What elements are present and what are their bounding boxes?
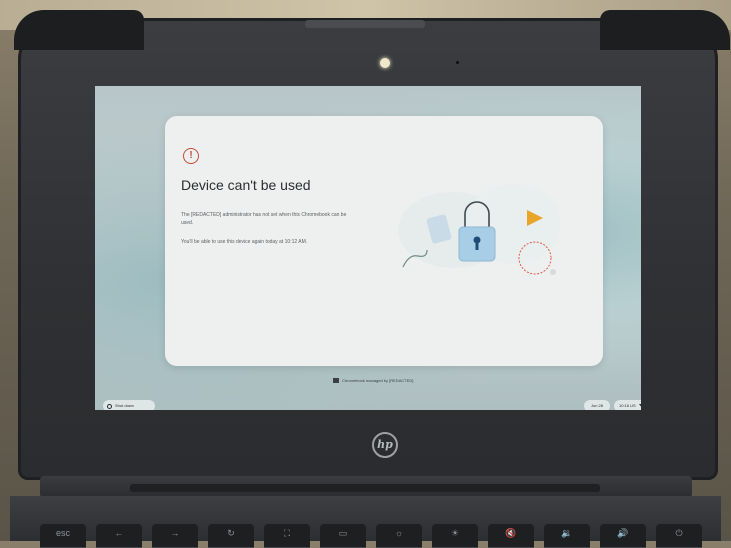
hinge-groove xyxy=(130,484,600,492)
camera-indicator xyxy=(456,61,459,64)
keyboard-key[interactable]: ↻ xyxy=(208,524,254,548)
status-tray-button[interactable]: 10:16 US xyxy=(614,400,641,410)
keyboard-key[interactable]: 🔇 xyxy=(488,524,534,548)
keyboard-key[interactable]: esc xyxy=(40,524,86,548)
briefcase-icon xyxy=(333,378,339,383)
shut-down-label: Shut down xyxy=(115,403,134,408)
chromebook-screen: ! Device can't be used The [REDACTED] ad… xyxy=(95,86,641,410)
keyhole-slot xyxy=(475,241,479,250)
date-tray-button[interactable]: Jun 28 xyxy=(584,400,610,410)
hp-logo: hp xyxy=(372,432,398,458)
keyboard-key[interactable]: 🔉 xyxy=(544,524,590,548)
dialog-message: The [REDACTED] administrator has not set… xyxy=(181,212,347,226)
keyboard-key[interactable]: ← xyxy=(96,524,142,548)
keyboard-key[interactable]: ▭ xyxy=(320,524,366,548)
managed-text: Chromebook managed by [REDACTED] xyxy=(342,378,414,383)
keyboard-key[interactable]: ☀ xyxy=(432,524,478,548)
managed-notice: Chromebook managed by [REDACTED] xyxy=(333,378,413,383)
padlock-illustration xyxy=(398,184,561,275)
webcam xyxy=(380,58,390,68)
keyboard-key[interactable]: ⏻ xyxy=(656,524,702,548)
keyboard-key[interactable]: 🔊 xyxy=(600,524,646,548)
lid-latch xyxy=(305,20,425,28)
small-dot-shape xyxy=(550,269,556,275)
dialog-title: Device can't be used xyxy=(181,177,311,193)
keyboard-key[interactable]: → xyxy=(152,524,198,548)
wifi-icon xyxy=(638,404,641,408)
rubber-bumper-left xyxy=(14,10,144,50)
rubber-bumper-right xyxy=(600,10,730,50)
alert-circle-icon: ! xyxy=(183,148,199,164)
keyboard-key[interactable]: ☼ xyxy=(376,524,422,548)
keyboard-top-row: esc ← → ↻ ⛶ ▭ ☼ ☀ 🔇 🔉 🔊 ⏻ xyxy=(40,524,702,548)
dialog-availability-message: You'll be able to use this device again … xyxy=(181,239,308,245)
shut-down-button[interactable]: Shut down xyxy=(103,400,155,410)
clock-text: 10:16 US xyxy=(619,403,636,408)
power-icon xyxy=(107,403,112,409)
keyboard-key[interactable]: ⛶ xyxy=(264,524,310,548)
device-blocked-dialog: ! Device can't be used The [REDACTED] ad… xyxy=(165,116,603,366)
